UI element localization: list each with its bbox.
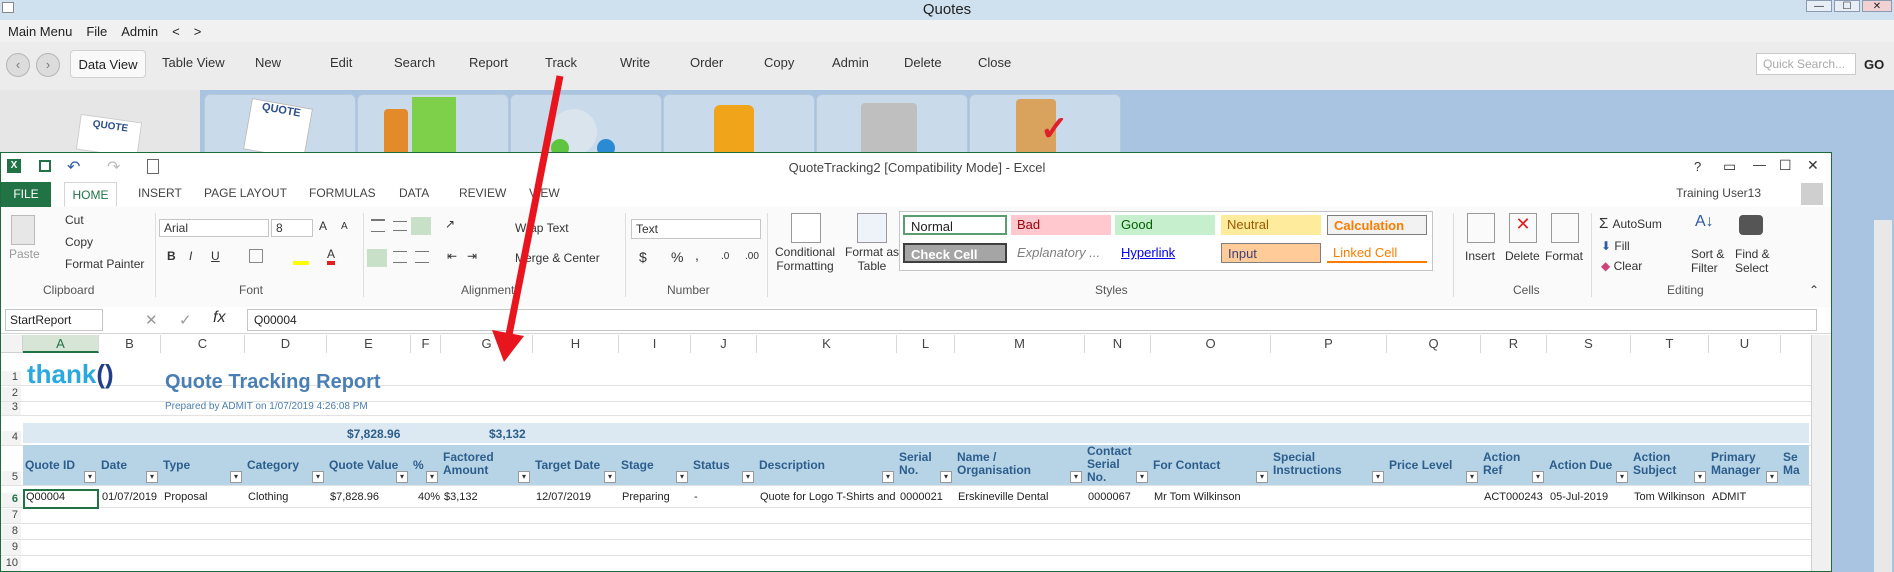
arrow-head [492,330,524,362]
red-annotation-arrow [492,75,564,362]
arrow-shaft [504,75,564,341]
